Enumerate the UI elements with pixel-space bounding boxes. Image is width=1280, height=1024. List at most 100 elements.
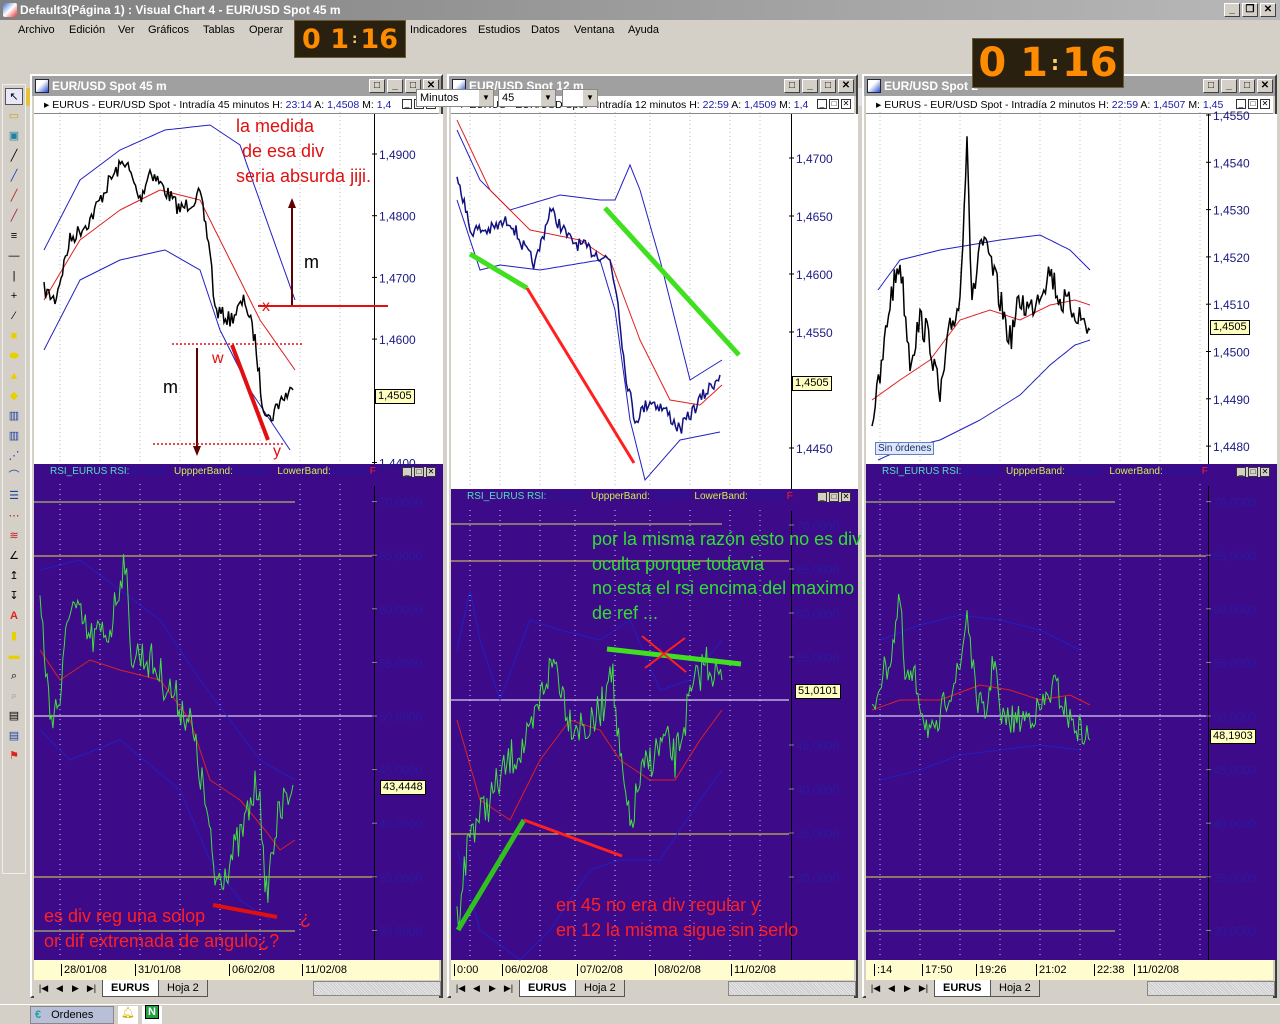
curve-icon[interactable]: ⁄ [5, 308, 23, 325]
select-arrow-icon[interactable]: ↖ [5, 88, 23, 105]
ellipse-icon[interactable]: ⬬ [5, 348, 23, 365]
last-sheet-button[interactable]: ▶| [916, 981, 931, 996]
sheet-tab-hoja-2[interactable]: Hoja 2 [575, 980, 625, 997]
menu-indicadores[interactable]: Indicadores [410, 24, 467, 36]
channel-icon[interactable]: ≋ [5, 528, 23, 545]
rsi-close-button[interactable]: ✕ [841, 492, 851, 502]
rsi-minimize-button[interactable]: _ [402, 467, 412, 477]
expand-arrow-icon[interactable]: ▸ [876, 99, 884, 111]
menu-archivo[interactable]: Archivo [18, 24, 55, 36]
next-sheet-button[interactable]: ▶ [485, 981, 500, 996]
rsi-minimize-button[interactable]: _ [817, 492, 827, 502]
rsi-maximize-button[interactable]: □ [414, 467, 424, 477]
panel-maximize-button[interactable]: □ [1248, 99, 1258, 109]
chart-window-title-bar[interactable]: EUR/USD Spot 45 m □ _ □ ✕ [32, 76, 441, 96]
next-sheet-button[interactable]: ▶ [68, 981, 83, 996]
period-value-select[interactable]: 45 ▼ [498, 89, 556, 107]
expand-arrow-icon[interactable]: ▸ [44, 99, 52, 111]
period-unit-select[interactable]: Minutos ▼ [416, 89, 494, 107]
sheet-tab-hoja-2[interactable]: Hoja 2 [158, 980, 208, 997]
trend-line-blue-icon[interactable]: ╱ [5, 168, 23, 185]
menu-datos[interactable]: Datos [531, 24, 560, 36]
text-tool-icon[interactable]: ▭ [5, 108, 23, 125]
tile-button[interactable]: □ [784, 79, 800, 93]
cross-line-icon[interactable]: + [5, 288, 23, 305]
rsi-minimize-button[interactable]: _ [1236, 467, 1246, 477]
minimize-button[interactable]: _ [1221, 79, 1237, 93]
rectangle-frame-icon[interactable]: ▣ [5, 128, 23, 145]
horizontal-line-icon[interactable]: — [5, 248, 23, 265]
close-button[interactable]: ✕ [1257, 79, 1273, 93]
horizontal-scrollbar[interactable] [313, 981, 441, 996]
sheet-tab-hoja-2[interactable]: Hoja 2 [990, 980, 1040, 997]
angle-icon[interactable]: ∠ [5, 548, 23, 565]
restore-button[interactable]: ❐ [1242, 3, 1258, 17]
menu-ayuda[interactable]: Ayuda [628, 24, 659, 36]
columns-icon[interactable]: ▥ [5, 408, 23, 425]
diamond-icon[interactable]: ◆ [5, 388, 23, 405]
next-sheet-button[interactable]: ▶ [900, 981, 915, 996]
fibonacci-icon[interactable]: ☰ [5, 488, 23, 505]
chart-properties-icon[interactable]: ▤ [5, 728, 23, 745]
rsi-chart[interactable] [34, 464, 443, 960]
menu-operar[interactable]: Operar [249, 24, 283, 36]
vertical-line-icon[interactable]: | [5, 268, 23, 285]
regression-icon[interactable]: ⋯ [5, 508, 23, 525]
menu-graficos[interactable]: Gráficos [148, 24, 189, 36]
fan-icon[interactable]: ⋰ [5, 448, 23, 465]
last-sheet-button[interactable]: ▶| [84, 981, 99, 996]
note-icon[interactable]: ▮ [5, 628, 23, 645]
prev-sheet-button[interactable]: ◀ [884, 981, 899, 996]
alarm-bell-icon[interactable]: 🔔︎ [118, 1006, 138, 1024]
text-a-icon[interactable]: A [5, 608, 23, 625]
last-sheet-button[interactable]: ▶| [501, 981, 516, 996]
chart-type-select[interactable]: ▼ [562, 89, 598, 107]
parallel-lines-icon[interactable]: ≡ [5, 228, 23, 245]
panel-maximize-button[interactable]: □ [829, 99, 839, 109]
minimize-button[interactable]: _ [802, 79, 818, 93]
close-button[interactable]: ✕ [1260, 3, 1276, 17]
multi-columns-icon[interactable]: ▥ [5, 428, 23, 445]
tile-button[interactable]: □ [1203, 79, 1219, 93]
rsi-chart[interactable] [451, 489, 858, 960]
first-sheet-button[interactable]: |◀ [453, 981, 468, 996]
sheet-tab-eurus[interactable]: EURUS [934, 980, 991, 997]
close-button[interactable]: ✕ [838, 79, 854, 93]
panel-minimize-button[interactable]: _ [402, 99, 412, 109]
tile-button[interactable]: □ [369, 79, 385, 93]
maximize-button[interactable]: □ [820, 79, 836, 93]
menu-estudios[interactable]: Estudios [478, 24, 520, 36]
menu-ventana[interactable]: Ventana [574, 24, 614, 36]
rsi-close-button[interactable]: ✕ [1260, 467, 1270, 477]
arrow-down-icon[interactable]: ↧ [5, 588, 23, 605]
prev-sheet-button[interactable]: ◀ [52, 981, 67, 996]
flag-icon[interactable]: ⚑ [5, 748, 23, 765]
trend-line-red-icon[interactable]: ╱ [5, 188, 23, 205]
price-chart[interactable] [34, 114, 443, 464]
price-chart[interactable] [451, 114, 858, 489]
panel-minimize-button[interactable]: _ [817, 99, 827, 109]
rsi-maximize-button[interactable]: □ [1248, 467, 1258, 477]
maximize-button[interactable]: □ [1239, 79, 1255, 93]
zoom-area-icon[interactable]: ⌕ [5, 668, 23, 685]
rectangle-icon[interactable]: ■ [5, 328, 23, 345]
panel-minimize-button[interactable]: _ [1236, 99, 1246, 109]
news-icon[interactable]: N [142, 1005, 162, 1024]
menu-ver[interactable]: Ver [118, 24, 135, 36]
panel-close-button[interactable]: ✕ [841, 99, 851, 109]
rsi-close-button[interactable]: ✕ [426, 467, 436, 477]
zoom-area-disabled-icon[interactable]: ⌕ [5, 688, 23, 705]
arcs-icon[interactable]: ⌒ [5, 468, 23, 485]
orders-button[interactable]: € Ordenes [30, 1006, 114, 1024]
minimize-button[interactable]: _ [387, 79, 403, 93]
trend-line-icon[interactable]: ╱ [5, 148, 23, 165]
menu-tablas[interactable]: Tablas [203, 24, 235, 36]
horizontal-scrollbar[interactable] [1147, 981, 1275, 996]
properties-icon[interactable]: ▤ [5, 708, 23, 725]
panel-close-button[interactable]: ✕ [1260, 99, 1270, 109]
ruler-icon[interactable]: ▬ [5, 648, 23, 665]
sheet-tab-eurus[interactable]: EURUS [519, 980, 576, 997]
prev-sheet-button[interactable]: ◀ [469, 981, 484, 996]
trend-line-red-blue-icon[interactable]: ╱ [5, 208, 23, 225]
triangle-icon[interactable]: ▲ [5, 368, 23, 385]
